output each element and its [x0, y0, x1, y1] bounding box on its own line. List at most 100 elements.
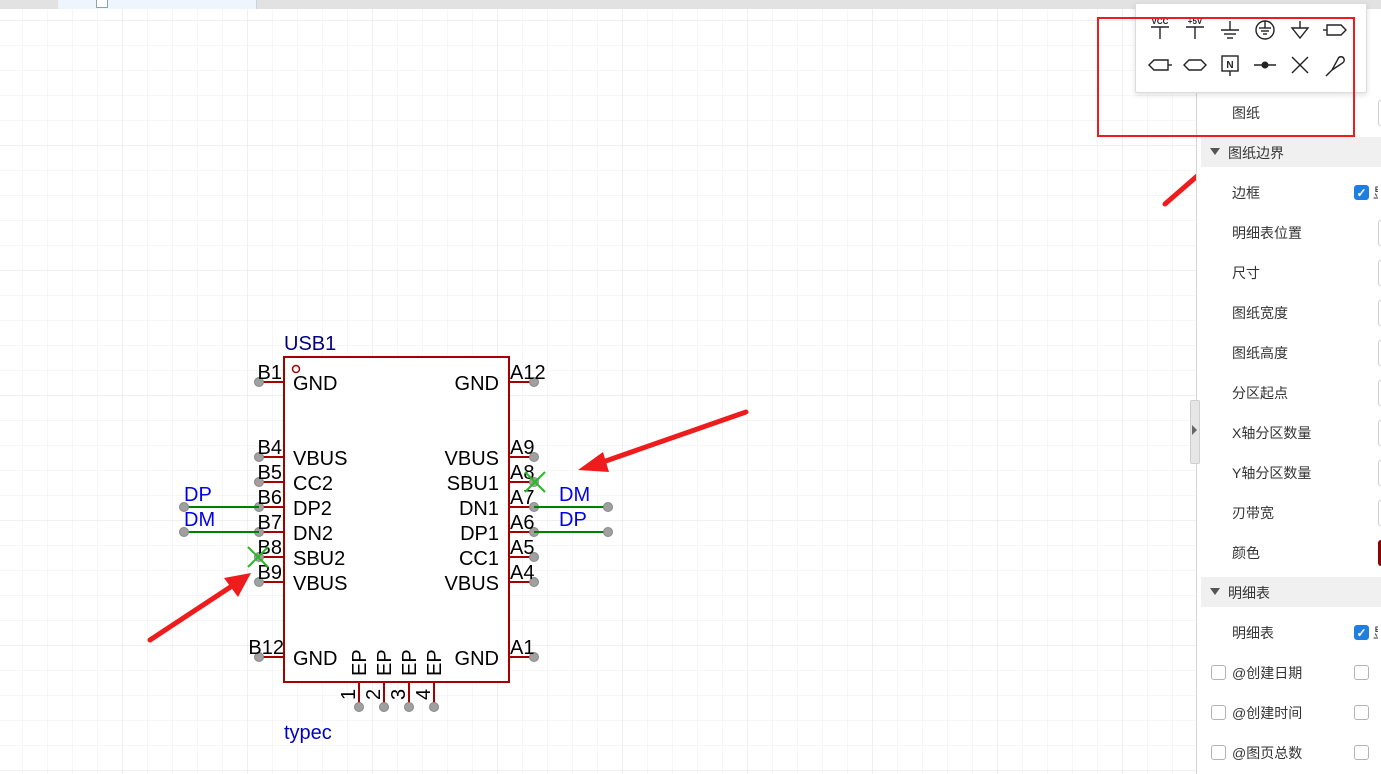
- toolbar-button-vcc[interactable]: VCC: [1145, 15, 1175, 45]
- border-checkbox[interactable]: ✓: [1354, 185, 1369, 200]
- svg-text:VCC: VCC: [1152, 17, 1169, 26]
- pin-name-ep4: EP: [424, 649, 446, 676]
- toolbar-button-plus-5v[interactable]: +5V: [1180, 15, 1210, 45]
- svg-text:N: N: [1226, 60, 1233, 71]
- pin-number-B5: B5: [258, 462, 282, 484]
- pin-name-B8: SBU2: [293, 548, 345, 570]
- pin-number-A1: A1: [510, 637, 534, 659]
- field-checkbox-label: @图页总数: [1232, 745, 1303, 761]
- signal-ground-icon: [1290, 21, 1310, 40]
- pin-name-ep1: EP: [349, 649, 371, 676]
- net-label-dot-icon: [1254, 61, 1276, 69]
- collapse-triangle-icon: [1210, 148, 1220, 155]
- sheet-label: 图纸: [1232, 105, 1260, 121]
- pin-number-A12: A12: [510, 362, 546, 384]
- toolbar-button-no-connect[interactable]: [1285, 50, 1315, 80]
- field-checkbox[interactable]: [1211, 705, 1226, 720]
- panel-row-label: 尺寸: [1232, 265, 1260, 281]
- row-detail-table: 明细表 ✓ 显: [1197, 612, 1381, 652]
- pin-number-B6: B6: [258, 487, 282, 509]
- pin-name-B7: DN2: [293, 523, 333, 545]
- panel-row: 颜色: [1197, 532, 1381, 572]
- pin-name-B6: DP2: [293, 498, 332, 520]
- field-checkbox-label: @创建日期: [1232, 665, 1303, 681]
- net-label-left-dm: DM: [184, 509, 215, 531]
- panel-row: Y轴分区数量: [1197, 452, 1381, 492]
- section-detail-table[interactable]: 明细表: [1201, 577, 1381, 607]
- panel-row: 尺寸: [1197, 252, 1381, 292]
- net-port-out-icon: [1323, 24, 1347, 36]
- toolbar-button-net-port-bidir[interactable]: [1180, 50, 1210, 80]
- row-sheet: 图纸: [1197, 92, 1381, 132]
- toolbar-button-earth-ground[interactable]: [1250, 15, 1280, 45]
- net-flag-icon: N: [1221, 55, 1239, 76]
- pin-end-ep3[interactable]: [404, 702, 414, 712]
- expand-arrow-icon: [1192, 425, 1197, 435]
- field-show-checkbox[interactable]: [1354, 705, 1369, 720]
- schematic-canvas[interactable]: USB1typecB1 GNDB4 VBUSB5 CC2B6 DP2B7 DN2B8 SBU…: [0, 0, 1381, 774]
- toolbar-button-signal-ground[interactable]: [1285, 15, 1315, 45]
- panel-row: X轴分区数量: [1197, 412, 1381, 452]
- pin-number-ep1: 1: [338, 689, 360, 700]
- toolbar-button-net-port-out[interactable]: [1320, 15, 1350, 45]
- toolbar-button-net-label-dot[interactable]: [1250, 50, 1280, 80]
- pin-number-ep2: 2: [363, 689, 385, 700]
- field-checkbox-label: @创建时间: [1232, 705, 1303, 721]
- pin-number-B9: B9: [258, 562, 282, 584]
- pin-number-A4: A4: [510, 562, 534, 584]
- panel-row-label: 颜色: [1232, 545, 1260, 561]
- pin-end-ep2[interactable]: [379, 702, 389, 712]
- panel-row-label: 刃带宽: [1232, 505, 1274, 521]
- panel-collapse-handle[interactable]: [1190, 400, 1200, 464]
- pin-number-B8: B8: [258, 537, 282, 559]
- detail-table-checkbox[interactable]: ✓: [1354, 625, 1369, 640]
- properties-panel: 图纸 图纸边界 边框 ✓ 显 明细表位置尺寸图纸宽度图纸高度分区起点 X轴分区数量…: [1196, 9, 1381, 774]
- field-show-checkbox[interactable]: [1354, 745, 1369, 760]
- row-border: 边框 ✓ 显: [1197, 172, 1381, 212]
- pin-number-ep3: 3: [388, 689, 410, 700]
- toolbar-button-net-flag[interactable]: N: [1215, 50, 1245, 80]
- net-label-left-dp: DP: [184, 484, 212, 506]
- pin-name-ep3: EP: [399, 649, 421, 676]
- panel-row: 图纸高度: [1197, 332, 1381, 372]
- pin-name-A7: DN1: [459, 498, 499, 520]
- net-port-in-icon: [1148, 59, 1172, 71]
- section-detail-table-label: 明细表: [1228, 585, 1270, 601]
- pin-name-B4: VBUS: [293, 448, 347, 470]
- probe-icon: [1325, 56, 1345, 77]
- pin-number-A5: A5: [510, 537, 534, 559]
- pin-number-ep4: 4: [413, 689, 435, 700]
- pin-name-B9: VBUS: [293, 573, 347, 595]
- net-label-right-dp: DP: [559, 509, 587, 531]
- pin-end-ep1[interactable]: [354, 702, 364, 712]
- wire-end-right-dm[interactable]: [603, 502, 613, 512]
- toolbar-button-probe[interactable]: [1320, 50, 1350, 80]
- pin-name-B1: GND: [293, 373, 337, 395]
- panel-row-label: Y轴分区数量: [1232, 465, 1312, 481]
- pin-name-A5: CC1: [459, 548, 499, 570]
- collapse-triangle-icon: [1210, 588, 1220, 595]
- pin-name-A9: VBUS: [445, 448, 499, 470]
- detail-table-label: 明细表: [1232, 625, 1274, 641]
- field-show-checkbox[interactable]: [1354, 665, 1369, 680]
- panel-row-label: X轴分区数量: [1232, 425, 1312, 441]
- pin-number-A7: A7: [510, 487, 534, 509]
- section-sheet-border-label: 图纸边界: [1228, 145, 1284, 161]
- toolbar-button-net-port-in[interactable]: [1145, 50, 1175, 80]
- component-designator: USB1: [284, 333, 336, 355]
- pin-number-A8: A8: [510, 462, 534, 484]
- panel-row: 明细表位置: [1197, 212, 1381, 252]
- toolbar-button-ground[interactable]: [1215, 15, 1245, 45]
- pin-end-ep4[interactable]: [429, 702, 439, 712]
- border-checkbox-text: 显: [1373, 183, 1378, 203]
- section-sheet-border[interactable]: 图纸边界: [1201, 137, 1381, 167]
- field-checkbox[interactable]: [1211, 745, 1226, 760]
- pin-number-A6: A6: [510, 512, 534, 534]
- panel-row-label: 分区起点: [1232, 385, 1288, 401]
- detail-table-checkbox-text: 显: [1373, 623, 1378, 643]
- wire-end-right-dp[interactable]: [603, 527, 613, 537]
- field-checkbox[interactable]: [1211, 665, 1226, 680]
- pin-number-B4: B4: [258, 437, 282, 459]
- earth-ground-icon: [1255, 20, 1275, 40]
- pin-number-B12: B12: [248, 637, 284, 659]
